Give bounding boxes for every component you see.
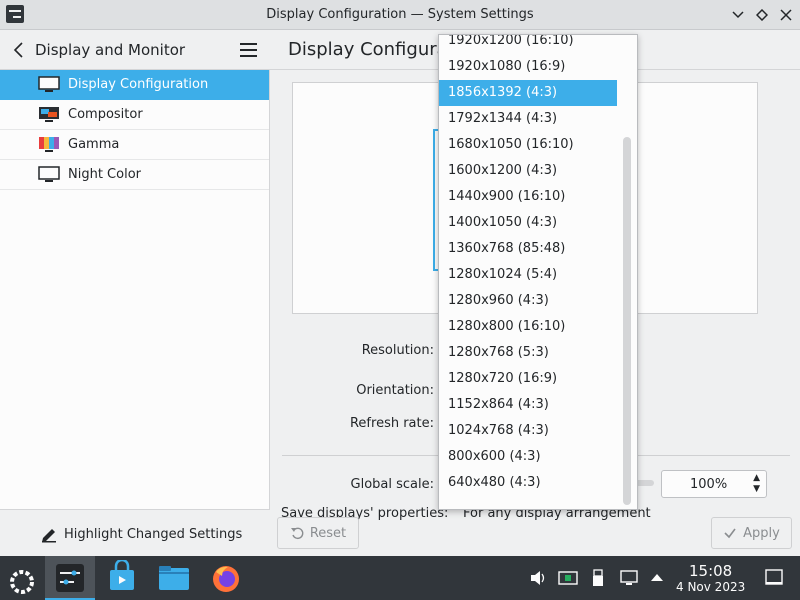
resolution-dropdown[interactable]: 1920x1200 (16:10) 1920x1080 (16:9) 1856x13…: [438, 34, 638, 510]
chevron-down-icon: [732, 11, 744, 19]
clock-time[interactable]: 15:08: [689, 562, 732, 580]
chevron-left-icon: [13, 42, 23, 58]
undo-icon: [290, 527, 304, 540]
sidebar-item-label: Night Color: [68, 167, 141, 182]
orientation-label: Orientation:: [356, 383, 434, 398]
close-button[interactable]: [776, 5, 796, 25]
resolution-options-list: 1920x1200 (16:10) 1920x1080 (16:9) 1856x13…: [439, 35, 617, 496]
checkmark-icon: [724, 528, 736, 539]
back-button[interactable]: [8, 38, 30, 62]
highlight-bar: Highlight Changed Settings: [0, 509, 270, 556]
active-task-indicator[interactable]: [45, 556, 95, 600]
resolution-option[interactable]: 1280x1024 (5:4): [439, 262, 617, 288]
highlight-label: Highlight Changed Settings: [64, 526, 243, 542]
sidebar-item-night-color[interactable]: Night Color: [0, 160, 269, 190]
discover-icon[interactable]: [104, 560, 140, 596]
file-manager-icon[interactable]: [156, 560, 192, 596]
resolution-option[interactable]: 1920x1200 (16:10): [439, 35, 617, 54]
resolution-option[interactable]: 1680x1050 (16:10): [439, 132, 617, 158]
resolution-option[interactable]: 640x480 (4:3): [439, 470, 617, 496]
global-scale-spinbox[interactable]: 100% ▲ ▼: [661, 470, 767, 498]
sidebar-item-label: Gamma: [68, 137, 120, 152]
firefox-icon[interactable]: [208, 560, 244, 596]
global-scale-label: Global scale:: [350, 477, 434, 492]
minimize-button[interactable]: [728, 5, 748, 25]
clock-date[interactable]: 4 Nov 2023: [676, 580, 745, 594]
chevron-up-icon[interactable]: [650, 569, 664, 587]
close-icon: [780, 9, 792, 21]
resolution-option[interactable]: 1920x1080 (16:9): [439, 54, 617, 80]
hamburger-menu-button[interactable]: [240, 43, 257, 57]
diamond-icon: [756, 9, 768, 21]
reset-label: Reset: [309, 525, 347, 541]
resolution-option[interactable]: 1600x1200 (4:3): [439, 158, 617, 184]
global-scale-value: 100%: [690, 477, 728, 492]
application-launcher-icon[interactable]: [2, 560, 38, 596]
resolution-option[interactable]: 1280x720 (16:9): [439, 366, 617, 392]
volume-icon[interactable]: [530, 569, 546, 587]
resolution-option[interactable]: 1792x1344 (4:3): [439, 106, 617, 132]
night-color-icon: [38, 166, 60, 182]
resolution-option[interactable]: 1440x900 (16:10): [439, 184, 617, 210]
page-title: Display Configurat: [288, 39, 455, 60]
resolution-option[interactable]: 1360x768 (85:48): [439, 236, 617, 262]
sidebar-item-compositor[interactable]: Compositor: [0, 100, 269, 130]
resolution-label: Resolution:: [361, 343, 434, 358]
highlight-changed-settings-button[interactable]: Highlight Changed Settings: [40, 523, 242, 545]
dropdown-scrollbar[interactable]: [623, 137, 631, 505]
window-title: Display Configuration — System Settings: [266, 7, 534, 22]
compositor-icon: [39, 107, 59, 122]
usb-device-icon[interactable]: [592, 569, 604, 587]
sidebar-title: Display and Monitor: [35, 41, 186, 59]
show-desktop-icon[interactable]: [765, 569, 783, 587]
taskbar: 15:08 4 Nov 2023: [0, 556, 800, 600]
apply-button[interactable]: Apply: [711, 517, 792, 549]
resolution-option[interactable]: 1280x768 (5:3): [439, 340, 617, 366]
monitor-icon: [38, 76, 60, 92]
sidebar-item-display-configuration[interactable]: Display Configuration: [0, 70, 269, 100]
spin-arrows-icon[interactable]: ▲ ▼: [753, 473, 760, 495]
gamma-icon: [39, 137, 59, 152]
sidebar: Display and Monitor Display Configuratio…: [0, 30, 270, 556]
apply-label: Apply: [743, 525, 780, 541]
resolution-option[interactable]: 1400x1050 (4:3): [439, 210, 617, 236]
sidebar-header: Display and Monitor: [0, 30, 270, 70]
network-icon[interactable]: [620, 569, 638, 587]
sidebar-item-gamma[interactable]: Gamma: [0, 130, 269, 160]
resolution-option[interactable]: 800x600 (4:3): [439, 444, 617, 470]
maximize-button[interactable]: [752, 5, 772, 25]
resolution-option[interactable]: 1280x800 (16:10): [439, 314, 617, 340]
resolution-option[interactable]: 1280x960 (4:3): [439, 288, 617, 314]
clipboard-keyboard-icon[interactable]: [558, 569, 578, 587]
pen-icon: [42, 529, 56, 543]
reset-button[interactable]: Reset: [277, 517, 359, 549]
resolution-option[interactable]: 1856x1392 (4:3): [439, 80, 617, 106]
sidebar-item-label: Display Configuration: [68, 77, 209, 92]
sidebar-item-label: Compositor: [68, 107, 143, 122]
resolution-option[interactable]: 1152x864 (4:3): [439, 392, 617, 418]
refresh-rate-label: Refresh rate:: [349, 416, 434, 431]
system-settings-icon: [56, 564, 84, 592]
title-bar: Display Configuration — System Settings: [0, 0, 800, 30]
resolution-option[interactable]: 1024x768 (4:3): [439, 418, 617, 444]
